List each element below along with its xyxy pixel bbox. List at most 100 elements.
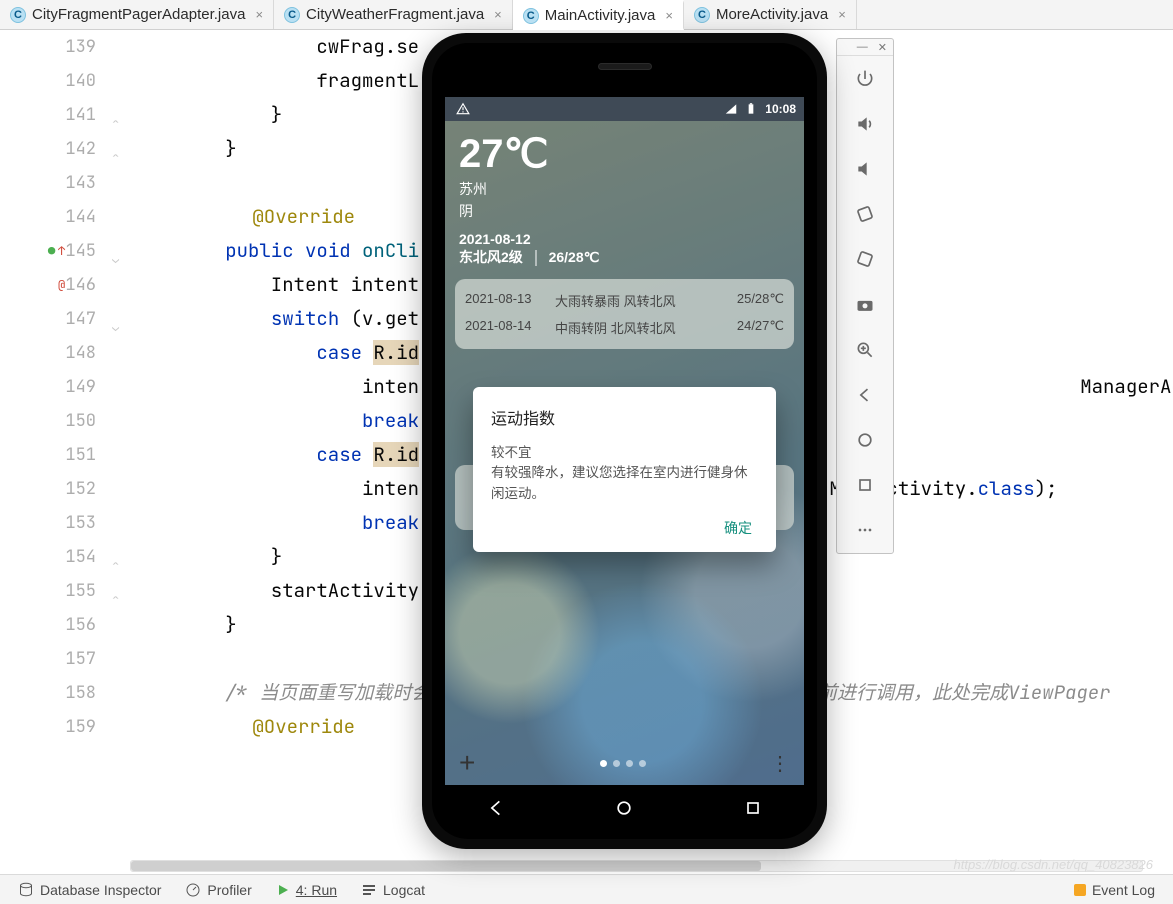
java-class-icon: C: [284, 7, 300, 23]
scrollbar-thumb[interactable]: [131, 861, 761, 871]
range-label: 26/28℃: [549, 249, 600, 265]
emulator-window-controls: — ✕: [837, 39, 893, 56]
tab-label: MoreActivity.java: [716, 6, 828, 23]
wind-label: 东北风2级: [459, 249, 523, 265]
java-class-icon: C: [694, 7, 710, 23]
phone-speaker: [598, 63, 652, 70]
nav-overview-icon[interactable]: [743, 798, 763, 818]
status-time: 10:08: [765, 102, 796, 116]
tab-label: CityWeatherFragment.java: [306, 6, 484, 23]
code-line: }: [134, 612, 237, 637]
tool-label: Logcat: [383, 882, 425, 898]
android-status-bar: 10:08: [445, 97, 804, 121]
code-line: }: [134, 136, 237, 161]
overview-button[interactable]: [837, 463, 893, 508]
minimize-icon[interactable]: —: [857, 41, 868, 53]
fold-up-icon[interactable]: ⌃: [112, 582, 119, 616]
fold-down-icon[interactable]: ⌄: [112, 242, 119, 276]
weather-header: 27℃ 苏州 阴 2021-08-12 东北风2级 26/28℃: [445, 121, 804, 271]
screenshot-button[interactable]: [837, 282, 893, 327]
tab-mainactivity[interactable]: C MainActivity.java ×: [513, 0, 684, 30]
fold-up-icon[interactable]: ⌃: [112, 140, 119, 174]
home-button[interactable]: [837, 418, 893, 463]
logcat-button[interactable]: Logcat: [361, 882, 425, 898]
emulator-device-frame: 10:08 27℃ 苏州 阴 2021-08-12 东北风2级 26/28℃ 2…: [422, 33, 827, 849]
java-class-icon: C: [523, 8, 539, 24]
battery-icon: [744, 102, 758, 116]
temperature-value: 27℃: [459, 131, 790, 177]
watermark-text: https://blog.csdn.net/qq_40823826: [954, 857, 1154, 872]
volume-down-button[interactable]: [837, 146, 893, 191]
run-button[interactable]: 4: Run: [276, 882, 337, 898]
tool-label: Event Log: [1092, 882, 1155, 898]
dialog-subtitle: 较不宜: [491, 445, 532, 460]
fold-up-icon[interactable]: ⌃: [112, 548, 119, 582]
nav-back-icon[interactable]: [486, 798, 506, 818]
close-icon[interactable]: ✕: [878, 41, 887, 54]
override-marker-icon[interactable]: ●: [48, 234, 55, 268]
code-line: @Override: [161, 204, 355, 229]
dialog-body: 有较强降水，建议您选择在室内进行健身休闲运动。: [491, 465, 748, 500]
database-icon: [18, 882, 34, 898]
profiler-icon: [185, 882, 201, 898]
close-icon[interactable]: ×: [494, 7, 502, 22]
close-icon[interactable]: ×: [255, 7, 263, 22]
line-number-gutter: 1391401411421431441451461471481491501511…: [0, 30, 110, 874]
city-label: 苏州: [459, 179, 790, 199]
override-arrow-icon[interactable]: ↑ @: [58, 234, 68, 302]
close-icon[interactable]: ×: [838, 7, 846, 22]
more-button[interactable]: [837, 508, 893, 553]
emulator-screen[interactable]: 10:08 27℃ 苏州 阴 2021-08-12 东北风2级 26/28℃ 2…: [445, 97, 804, 785]
code-line: fragmentL: [134, 68, 419, 93]
play-icon: [276, 883, 290, 897]
fold-gutter: ⌃ ⌃ ⌄ ⌄ ⌃ ⌃: [110, 30, 134, 874]
date-label: 2021-08-12: [459, 231, 531, 247]
forecast-row: 2021-08-13 大雨转暴雨 风转北风 25/28℃: [465, 287, 784, 314]
editor-tab-bar: C CityFragmentPagerAdapter.java × C City…: [0, 0, 1173, 30]
alert-dialog: 运动指数 较不宜 有较强降水，建议您选择在室内进行健身休闲运动。 确定: [473, 387, 776, 552]
forecast-card: 2021-08-13 大雨转暴雨 风转北风 25/28℃ 2021-08-14 …: [455, 279, 794, 349]
android-nav-bar: [432, 789, 817, 827]
event-log-button[interactable]: Event Log: [1074, 882, 1155, 898]
tab-cityfragmentpageradapter[interactable]: C CityFragmentPagerAdapter.java ×: [0, 0, 274, 29]
tab-moreactivity[interactable]: C MoreActivity.java ×: [684, 0, 857, 29]
code-line: }: [134, 102, 282, 127]
close-icon[interactable]: ×: [665, 8, 673, 23]
dialog-title: 运动指数: [491, 405, 758, 429]
code-line: startActivity: [134, 578, 419, 603]
app-bottom-bar: + ⋮: [445, 741, 804, 785]
power-button[interactable]: [837, 56, 893, 101]
java-class-icon: C: [10, 7, 26, 23]
tab-cityweatherfragment[interactable]: C CityWeatherFragment.java ×: [274, 0, 513, 29]
emulator-toolbar: — ✕: [836, 38, 894, 554]
warning-icon: [456, 102, 470, 116]
condition-label: 阴: [459, 201, 790, 221]
tab-label: MainActivity.java: [545, 7, 656, 24]
fold-up-icon[interactable]: ⌃: [112, 106, 119, 140]
dialog-ok-button[interactable]: 确定: [491, 504, 758, 542]
tool-label: Profiler: [207, 882, 251, 898]
rotate-right-button[interactable]: [837, 237, 893, 282]
rotate-left-button[interactable]: [837, 192, 893, 237]
logcat-icon: [361, 882, 377, 898]
profiler-button[interactable]: Profiler: [185, 882, 251, 898]
page-indicator: [600, 760, 646, 767]
signal-icon: [724, 102, 738, 116]
code-line: Intent intent: [134, 272, 419, 297]
tool-label: 4: Run: [296, 882, 337, 898]
overflow-menu-button[interactable]: ⋮: [770, 751, 790, 776]
add-city-button[interactable]: +: [459, 747, 475, 779]
fold-down-icon[interactable]: ⌄: [112, 310, 119, 344]
nav-home-icon[interactable]: [614, 798, 634, 818]
database-inspector-button[interactable]: Database Inspector: [18, 882, 161, 898]
code-line: }: [134, 544, 282, 569]
zoom-button[interactable]: [837, 327, 893, 372]
code-line: cwFrag.se: [134, 34, 419, 59]
code-line: @Override: [161, 714, 355, 739]
tool-window-bar: Database Inspector Profiler 4: Run Logca…: [0, 874, 1173, 904]
back-button[interactable]: [837, 372, 893, 417]
forecast-row: 2021-08-14 中雨转阴 北风转北风 24/27℃: [465, 314, 784, 341]
event-log-icon: [1074, 884, 1086, 896]
volume-up-button[interactable]: [837, 101, 893, 146]
tool-label: Database Inspector: [40, 882, 161, 898]
